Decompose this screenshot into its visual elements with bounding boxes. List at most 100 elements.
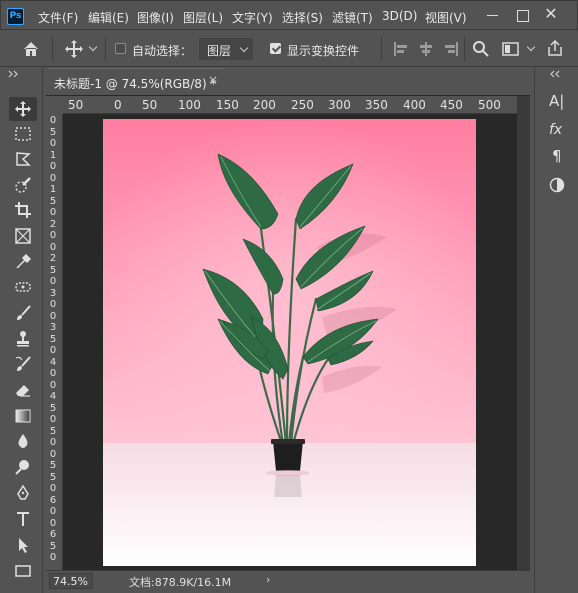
align-right-icon[interactable] <box>443 41 459 57</box>
ruler-v-label: 5 <box>49 402 57 414</box>
ruler-h-label: 50 <box>68 98 84 112</box>
menu-file[interactable]: 文件(F) <box>38 9 78 26</box>
menu-edit[interactable]: 编辑(E) <box>88 9 129 26</box>
spot-healing-tool-button[interactable] <box>9 275 37 299</box>
collapse-arrows-icon[interactable] <box>8 70 20 78</box>
eyedropper-tool-button[interactable] <box>9 250 37 274</box>
marquee-tool-button[interactable] <box>9 122 37 146</box>
chevron-down-icon <box>239 43 249 53</box>
horizontal-ruler[interactable]: 50 0 50 100 150 200 250 300 350 400 450 … <box>63 96 517 114</box>
ruler-v-label: 0 <box>49 207 57 218</box>
auto-select-checkbox[interactable] <box>115 43 126 54</box>
menu-layer[interactable]: 图层(L) <box>183 9 223 26</box>
collapse-arrows-icon[interactable] <box>549 70 561 78</box>
ruler-v-label: 4 <box>49 391 57 402</box>
status-bar: 74.5% 文档:878.9K/16.1M › <box>46 570 530 590</box>
chevron-down-icon[interactable] <box>526 42 536 52</box>
workspace-icon[interactable] <box>502 41 520 57</box>
frame-tool-button[interactable] <box>9 224 37 248</box>
vertical-ruler[interactable]: 050100150200250300350400450500550600650 <box>45 114 63 570</box>
ruler-h-label: 150 <box>216 98 239 112</box>
auto-select-target-value: 图层 <box>207 44 232 58</box>
history-brush-tool-button[interactable] <box>9 352 37 376</box>
ruler-h-label: 250 <box>291 98 314 112</box>
ruler-v-label: 0 <box>49 517 57 529</box>
history-brush-icon <box>15 356 31 371</box>
clone-stamp-tool-button[interactable] <box>9 327 37 351</box>
gradient-icon <box>15 409 31 423</box>
menu-filter[interactable]: 滤镜(T) <box>332 9 373 26</box>
character-panel-button[interactable]: A| <box>543 89 571 113</box>
fx-icon: fx <box>549 122 563 138</box>
clone-stamp-icon <box>17 331 29 347</box>
auto-select-target-dropdown[interactable]: 图层 <box>199 38 253 60</box>
paragraph-icon: ¶ <box>552 147 562 165</box>
lasso-icon <box>16 152 31 166</box>
close-window-button[interactable]: ✕ <box>542 5 560 23</box>
paragraph-panel-button[interactable]: ¶ <box>543 145 571 169</box>
ruler-v-label: 0 <box>49 138 57 149</box>
ruler-v-label: 0 <box>49 483 57 494</box>
quick-selection-icon <box>15 177 31 193</box>
pen-tool-button[interactable] <box>9 481 37 505</box>
lasso-tool-button[interactable] <box>9 147 37 171</box>
ruler-v-label: 0 <box>49 437 57 448</box>
quick-selection-tool-button[interactable] <box>9 173 37 197</box>
ruler-v-label: 5 <box>49 333 57 345</box>
styles-panel-button[interactable]: fx <box>543 119 571 143</box>
ruler-v-label: 1 <box>49 149 57 161</box>
zoom-level-field[interactable]: 74.5% <box>49 573 93 589</box>
ruler-v-label: 6 <box>49 494 57 506</box>
ruler-v-label: 0 <box>49 368 57 379</box>
status-menu-arrow[interactable]: › <box>266 573 270 586</box>
vertical-scrollbar[interactable] <box>517 96 530 570</box>
dodge-tool-button[interactable] <box>9 455 37 479</box>
ruler-v-label: 3 <box>49 287 57 299</box>
move-tool-icon <box>15 101 31 117</box>
show-transform-checkbox[interactable] <box>270 43 281 54</box>
home-icon[interactable] <box>22 40 40 58</box>
ruler-v-label: 6 <box>49 529 57 540</box>
document-tab[interactable]: 未标题-1 @ 74.5%(RGB/8) * × <box>48 68 224 94</box>
ruler-v-label: 0 <box>49 379 57 391</box>
blur-tool-button[interactable] <box>9 429 37 453</box>
align-left-icon[interactable] <box>393 41 409 57</box>
ruler-v-label: 0 <box>49 345 57 356</box>
menu-bar: Ps 文件(F) 编辑(E) 图像(I) 图层(L) 文字(Y) 选择(S) 滤… <box>0 0 578 30</box>
align-center-icon[interactable] <box>418 41 434 57</box>
pen-icon <box>17 484 29 500</box>
crop-tool-button[interactable] <box>9 198 37 222</box>
menu-type[interactable]: 文字(Y) <box>232 9 273 26</box>
maximize-button[interactable] <box>514 7 530 23</box>
rectangle-tool-button[interactable] <box>9 559 37 583</box>
ruler-h-label: 300 <box>328 98 351 112</box>
ruler-v-label: 0 <box>49 552 57 563</box>
menu-view[interactable]: 视图(V) <box>425 9 467 26</box>
adjustments-panel-button[interactable] <box>543 173 571 197</box>
menu-select[interactable]: 选择(S) <box>282 9 323 26</box>
move-tool-button[interactable] <box>9 97 37 121</box>
path-selection-tool-button[interactable] <box>9 533 37 557</box>
chevron-down-icon[interactable] <box>88 42 98 52</box>
ruler-v-label: 5 <box>49 126 57 138</box>
document-tab-title: 未标题-1 @ 74.5%(RGB/8) * <box>54 77 217 91</box>
menu-image[interactable]: 图像(I) <box>137 9 174 26</box>
search-icon[interactable] <box>472 40 490 58</box>
ruler-v-label: 5 <box>49 460 57 471</box>
share-icon[interactable] <box>546 39 564 57</box>
eraser-tool-button[interactable] <box>9 378 37 402</box>
close-document-button[interactable]: × <box>208 73 218 87</box>
move-icon[interactable] <box>64 39 84 59</box>
minimize-button[interactable] <box>485 7 501 23</box>
brush-icon <box>17 305 31 320</box>
menu-3d[interactable]: 3D(D) <box>382 9 417 23</box>
brush-tool-button[interactable] <box>9 301 37 325</box>
document-canvas[interactable] <box>103 119 476 566</box>
gradient-tool-button[interactable] <box>9 404 37 428</box>
type-tool-button[interactable] <box>9 507 37 531</box>
rectangle-icon <box>15 565 31 577</box>
ruler-h-label: 350 <box>365 98 388 112</box>
ruler-v-label: 4 <box>49 356 57 368</box>
ruler-v-label: 0 <box>49 299 57 310</box>
auto-select-label: 自动选择： <box>132 44 193 58</box>
